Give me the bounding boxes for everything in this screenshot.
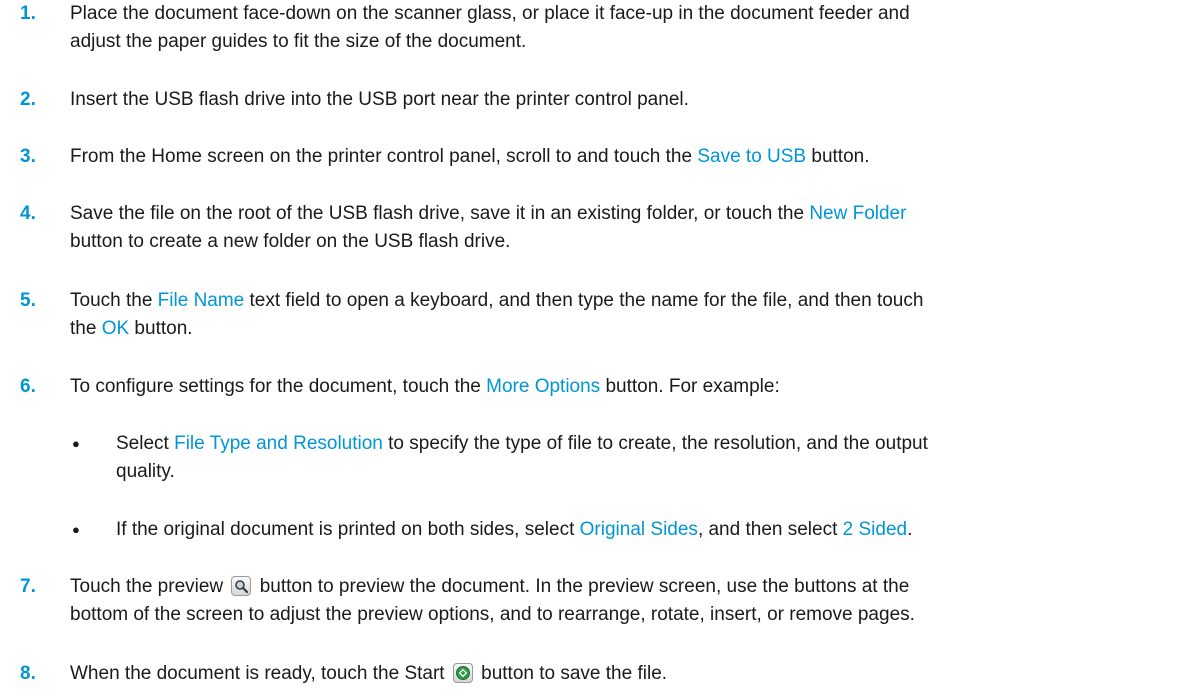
step-number: 8.	[20, 663, 36, 684]
step-number: 7.	[20, 576, 36, 597]
step-number: 1.	[20, 3, 36, 24]
more-options-reference: More Options	[486, 376, 601, 397]
step-text: Place the document face-down on the scan…	[70, 3, 910, 52]
start-icon	[452, 663, 473, 683]
step-text: Save the file on the root of the USB fla…	[70, 203, 907, 252]
step-text: Touch the File Name text field to open a…	[70, 290, 924, 339]
instruction-document: 1. Place the document face-down on the s…	[0, 0, 1198, 697]
step-number: 2.	[20, 89, 36, 110]
file-type-resolution-reference: File Type and Resolution	[174, 433, 383, 454]
new-folder-reference: New Folder	[809, 203, 907, 224]
step-number: 4.	[20, 203, 36, 224]
original-sides-reference: Original Sides	[579, 519, 698, 540]
ok-reference: OK	[101, 318, 130, 339]
file-name-reference: File Name	[157, 290, 245, 311]
step-text: Touch the preview button to preview the …	[70, 576, 915, 625]
two-sided-reference: 2 Sided	[842, 519, 908, 540]
step-number: 5.	[20, 290, 36, 311]
step-number: 3.	[20, 146, 36, 167]
step-text: Insert the USB flash drive into the USB …	[70, 89, 689, 110]
save-to-usb-reference: Save to USB	[697, 146, 807, 167]
bullet-text: If the original document is printed on b…	[116, 519, 913, 540]
bullet-icon: ●	[72, 522, 80, 537]
bullet-text: Select File Type and Resolution to speci…	[116, 433, 928, 482]
magnifier-icon	[231, 576, 252, 596]
step-number: 6.	[20, 376, 36, 397]
step-text: To configure settings for the document, …	[70, 376, 780, 397]
bullet-icon: ●	[72, 436, 80, 451]
step-text: From the Home screen on the printer cont…	[70, 146, 870, 167]
step-text: When the document is ready, touch the St…	[70, 663, 668, 684]
